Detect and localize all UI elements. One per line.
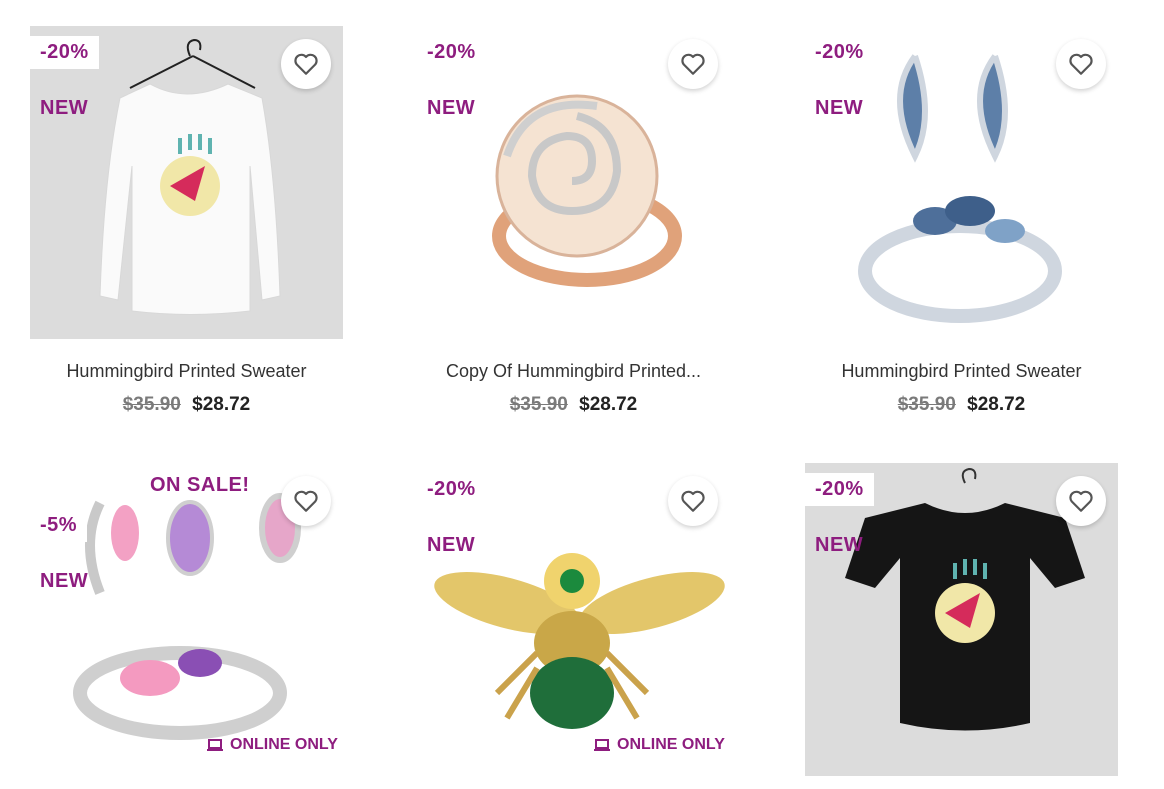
discount-badge: -20% bbox=[417, 473, 486, 506]
new-badge: NEW bbox=[427, 97, 476, 119]
product-image[interactable]: -20% NEW ONLINE ONLY bbox=[417, 463, 730, 776]
price-block: $35.90 $28.72 bbox=[805, 394, 1118, 416]
product-card[interactable]: -20% NEW Copy Of Hummingbird Printed... … bbox=[417, 26, 730, 416]
product-card[interactable]: -20% NEW Hummingbird Printed Sweater $35… bbox=[805, 26, 1118, 416]
sale-price: $28.72 bbox=[579, 394, 638, 415]
sale-price: $28.72 bbox=[967, 394, 1026, 415]
heart-outline-icon bbox=[681, 490, 705, 512]
regular-price: $35.90 bbox=[509, 394, 568, 415]
wishlist-button[interactable] bbox=[1056, 39, 1106, 89]
new-badge: NEW bbox=[40, 570, 89, 592]
discount-badge: -20% bbox=[805, 36, 874, 69]
heart-outline-icon bbox=[294, 490, 318, 512]
product-image[interactable]: -20% NEW bbox=[805, 463, 1118, 776]
product-card[interactable]: -20% NEW Hummingbird Printed Sweater $35… bbox=[30, 26, 343, 416]
online-only-badge: ONLINE ONLY bbox=[206, 736, 338, 754]
product-card[interactable]: -20% NEW bbox=[805, 463, 1118, 776]
new-badge: NEW bbox=[815, 534, 864, 556]
online-only-badge: ONLINE ONLY bbox=[593, 736, 725, 754]
wishlist-button[interactable] bbox=[281, 39, 331, 89]
wishlist-button[interactable] bbox=[1056, 476, 1106, 526]
new-badge: NEW bbox=[815, 97, 864, 119]
new-badge: NEW bbox=[40, 97, 89, 119]
heart-outline-icon bbox=[1069, 53, 1093, 75]
new-badge: NEW bbox=[427, 534, 476, 556]
heart-outline-icon bbox=[681, 53, 705, 75]
discount-badge: -5% bbox=[30, 509, 88, 542]
product-image[interactable]: -20% NEW bbox=[30, 26, 343, 339]
wishlist-button[interactable] bbox=[668, 476, 718, 526]
discount-badge: -20% bbox=[805, 473, 874, 506]
online-only-label: ONLINE ONLY bbox=[617, 736, 725, 753]
heart-outline-icon bbox=[1069, 490, 1093, 512]
laptop-icon bbox=[207, 739, 223, 751]
price-block: $35.90 $28.72 bbox=[30, 394, 343, 416]
product-image[interactable]: -20% NEW bbox=[805, 26, 1118, 339]
wishlist-button[interactable] bbox=[281, 476, 331, 526]
wishlist-button[interactable] bbox=[668, 39, 718, 89]
product-image[interactable]: ON SALE! -5% NEW ONLINE ONLY bbox=[30, 463, 343, 776]
discount-badge: -20% bbox=[417, 36, 486, 69]
product-title[interactable]: Hummingbird Printed Sweater bbox=[30, 361, 343, 382]
heart-outline-icon bbox=[294, 53, 318, 75]
discount-badge: -20% bbox=[30, 36, 99, 69]
sale-price: $28.72 bbox=[192, 394, 251, 415]
online-only-label: ONLINE ONLY bbox=[230, 736, 338, 753]
on-sale-badge: ON SALE! bbox=[150, 474, 250, 496]
product-title[interactable]: Hummingbird Printed Sweater bbox=[805, 361, 1118, 382]
laptop-icon bbox=[594, 739, 610, 751]
price-block: $35.90 $28.72 bbox=[417, 394, 730, 416]
regular-price: $35.90 bbox=[897, 394, 956, 415]
product-card[interactable]: ON SALE! -5% NEW ONLINE ONLY bbox=[30, 463, 343, 776]
product-image[interactable]: -20% NEW bbox=[417, 26, 730, 339]
product-card[interactable]: -20% NEW ONLINE ONLY bbox=[417, 463, 730, 776]
product-title[interactable]: Copy Of Hummingbird Printed... bbox=[417, 361, 730, 382]
regular-price: $35.90 bbox=[122, 394, 181, 415]
